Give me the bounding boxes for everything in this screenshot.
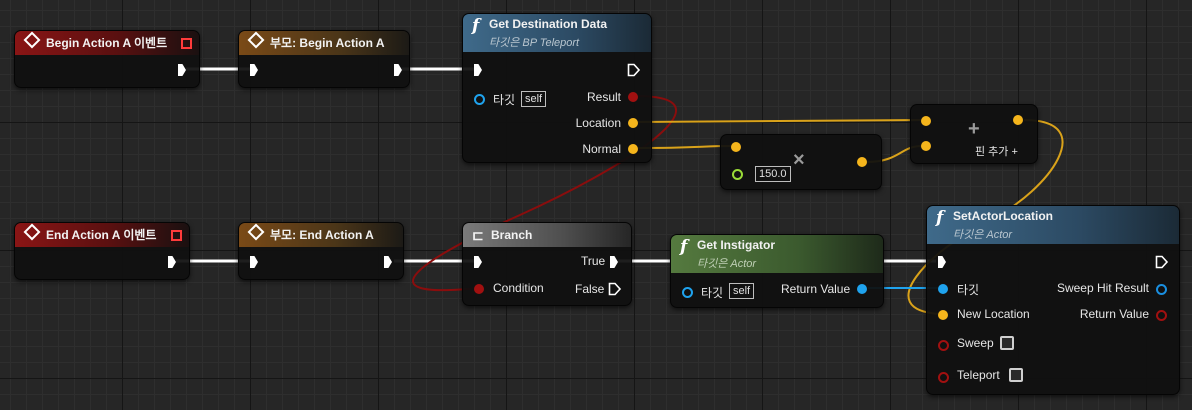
node-title: 부모: End Action A [270, 228, 374, 242]
exec-out-pin[interactable] [1155, 255, 1169, 269]
input-a-pin[interactable] [731, 142, 741, 152]
teleport-label: Teleport [957, 368, 1000, 382]
target-label: 타깃 [957, 283, 980, 297]
teleport-pin[interactable] [938, 372, 949, 383]
end-event-node[interactable]: End Action A 이벤트 [14, 222, 190, 280]
node-title: End Action A 이벤트 [46, 228, 157, 242]
event-diamond-icon [23, 223, 41, 241]
sweep-pin[interactable] [938, 340, 949, 351]
input-b-pin[interactable] [921, 141, 931, 151]
node-target: 타깃은 BP Teleport [489, 37, 580, 49]
new-location-pin[interactable] [938, 310, 948, 320]
node-title: Get Destination Data [489, 17, 608, 31]
exec-out-pin[interactable] [627, 63, 641, 77]
delegate-pin[interactable] [171, 230, 182, 241]
branch-icon: ⊏ [472, 227, 484, 243]
parent-end-node[interactable]: 부모: End Action A [238, 222, 404, 280]
self-tag: self [521, 91, 547, 107]
condition-label: Condition [493, 281, 544, 295]
event-diamond-icon [247, 31, 265, 49]
node-target: 타깃은 Actor [953, 229, 1013, 241]
condition-pin[interactable] [474, 284, 484, 294]
result-label: Result [586, 90, 621, 104]
node-title: 부모: Begin Action A [270, 36, 385, 50]
input-b-pin[interactable] [732, 169, 743, 180]
target-pin[interactable] [938, 284, 948, 294]
get-instigator-node[interactable]: f Get Instigator 타깃은 Actor 타깃 self Return … [670, 234, 884, 308]
delegate-pin[interactable] [181, 38, 192, 49]
get-destination-data-node[interactable]: f Get Destination Data 타깃은 BP Teleport 타깃 … [462, 13, 652, 163]
node-target: 타깃은 Actor [697, 258, 757, 270]
event-diamond-icon [247, 223, 265, 241]
output-pin[interactable] [857, 157, 867, 167]
add-node[interactable]: + 핀 추가 + [910, 104, 1038, 164]
parent-begin-node[interactable]: 부모: Begin Action A [238, 30, 410, 88]
location-pin[interactable] [628, 118, 638, 128]
begin-event-node[interactable]: Begin Action A 이벤트 [14, 30, 200, 88]
false-label: False [575, 282, 605, 296]
result-pin[interactable] [628, 92, 638, 102]
target-label: 타깃 [701, 286, 724, 300]
location-label: Location [575, 116, 621, 130]
self-tag: self [729, 283, 755, 299]
node-title: Branch [491, 228, 533, 242]
set-actor-location-node[interactable]: f SetActorLocation 타깃은 Actor 타깃 Sweep Hit … [926, 205, 1180, 395]
new-location-label: New Location [957, 307, 1030, 321]
sweep-hit-result-pin[interactable] [1156, 284, 1167, 295]
return-value-label: Return Value [781, 282, 851, 296]
target-label: 타깃 [493, 93, 516, 107]
node-title: Get Instigator [697, 238, 776, 252]
multiply-node[interactable]: × 150.0 [720, 134, 882, 190]
sweep-label: Sweep [957, 336, 994, 350]
branch-node[interactable]: ⊏ Branch True Condition False [462, 222, 632, 306]
output-pin[interactable] [1013, 115, 1023, 125]
target-pin[interactable] [682, 287, 693, 298]
add-icon: + [968, 118, 980, 140]
sweep-checkbox[interactable] [1000, 336, 1014, 350]
function-icon: f [936, 208, 944, 228]
false-exec-pin[interactable] [608, 282, 622, 296]
target-pin[interactable] [474, 94, 485, 105]
add-pin-button[interactable]: 핀 추가 + [975, 143, 1018, 159]
normal-label: Normal [582, 142, 621, 156]
event-diamond-icon [23, 31, 41, 49]
return-value-label: Return Value [1079, 307, 1149, 321]
multiply-icon: × [793, 149, 805, 171]
input-a-pin[interactable] [921, 116, 931, 126]
float-value[interactable]: 150.0 [755, 166, 791, 182]
function-icon: f [472, 16, 480, 36]
sweep-hit-result-label: Sweep Hit Result [1056, 281, 1149, 295]
normal-pin[interactable] [628, 144, 638, 154]
return-value-pin[interactable] [857, 284, 867, 294]
function-icon: f [680, 237, 688, 257]
true-label: True [581, 254, 606, 268]
node-title: SetActorLocation [953, 209, 1054, 223]
return-value-pin[interactable] [1156, 310, 1167, 321]
teleport-checkbox[interactable] [1009, 368, 1023, 382]
node-title: Begin Action A 이벤트 [46, 36, 168, 50]
